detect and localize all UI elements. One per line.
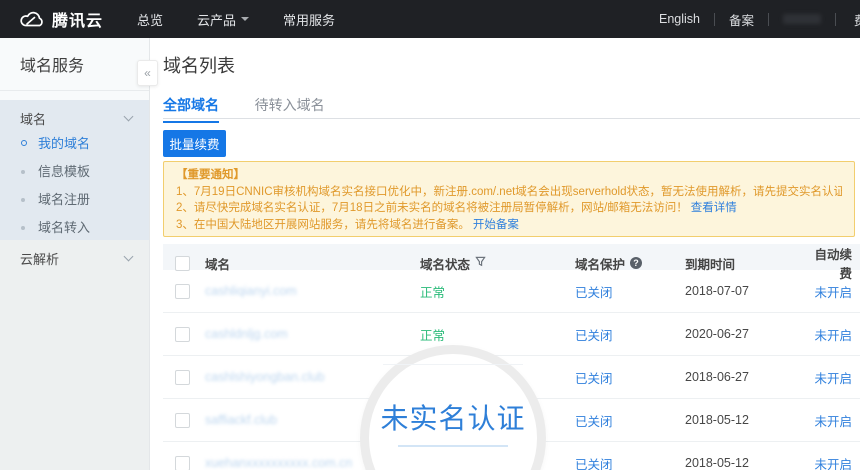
row-checkbox[interactable] (175, 284, 190, 299)
sidebar-item-domain-transfer[interactable]: 域名转入 (0, 214, 149, 242)
col-header-domain: 域名 (203, 254, 416, 273)
cloud-logo-icon (18, 9, 45, 29)
divider (714, 13, 715, 26)
domain-name-redacted[interactable]: saffiackf.club (205, 413, 277, 427)
language-switch[interactable]: English (659, 12, 700, 26)
row-checkbox[interactable] (175, 370, 190, 385)
tencent-cloud-logo[interactable]: 腾讯云 (18, 7, 103, 31)
main-content: 域名列表 全部域名 待转入域名 批量续费 【重要通知】 1、7月19日CNNIC… (150, 38, 860, 470)
bullet-icon (21, 198, 25, 202)
select-all-checkbox[interactable] (175, 256, 190, 271)
topbar-right: English 备案 费 (659, 10, 860, 29)
sidebar-group-dns: 云解析 (0, 240, 149, 470)
table-row: cashldnljg.com 正常 已关闭 2020-06-27 未开启 (163, 313, 860, 356)
expire-date: 2018-07-07 (683, 284, 813, 298)
divider (768, 13, 769, 26)
tab-bar: 全部域名 待转入域名 (163, 95, 860, 119)
protection-link[interactable]: 已关闭 (566, 411, 683, 430)
notice-title: 【重要通知】 (176, 167, 842, 184)
domain-name-redacted[interactable]: cashliqianyi.com (205, 284, 297, 298)
help-icon[interactable]: ? (630, 257, 642, 269)
caret-down-icon (241, 17, 249, 21)
domain-status: 正常 (416, 282, 566, 301)
not-verified-magnifier-overlay: 未实名认证 (360, 345, 546, 470)
table-header: 域名 域名状态 域名保护 ? 到期时间 自动续费 (163, 244, 860, 270)
notice-line-3: 3、在中国大陆地区开展网站服务，请先将域名进行备案。开始备案 (176, 217, 842, 234)
table-row: cashliqianyi.com 正常 已关闭 2018-07-07 未开启 (163, 270, 860, 313)
logo-text: 腾讯云 (52, 7, 103, 31)
protection-link[interactable]: 已关闭 (566, 282, 683, 301)
domain-status: 正常 (416, 325, 566, 344)
notice-banner: 【重要通知】 1、7月19日CNNIC审核机构域名实名接口优化中，新注册.com… (163, 161, 855, 237)
tab-pending-transfer[interactable]: 待转入域名 (255, 95, 325, 121)
chevron-down-icon[interactable] (124, 112, 134, 122)
magnified-row-divider (383, 364, 523, 365)
page-title: 域名列表 (163, 52, 235, 78)
sidebar-group-dns-label[interactable]: 云解析 (20, 249, 59, 268)
nav-products-label: 云产品 (197, 10, 236, 29)
active-bullet-icon (21, 140, 27, 146)
expire-date: 2018-06-27 (683, 370, 813, 384)
nav-products[interactable]: 云产品 (197, 10, 249, 29)
autorenew-link[interactable]: 未开启 (813, 368, 860, 387)
row-checkbox[interactable] (175, 327, 190, 342)
batch-renew-button[interactable]: 批量续费 (163, 130, 226, 157)
expire-date: 2018-05-12 (683, 456, 813, 470)
magnified-link-underline (398, 445, 508, 447)
expire-date: 2020-06-27 (683, 327, 813, 341)
chevron-down-icon[interactable] (124, 252, 134, 262)
sidebar-item-label: 信息模板 (38, 164, 90, 179)
autorenew-link[interactable]: 未开启 (813, 325, 860, 344)
row-checkbox[interactable] (175, 456, 190, 470)
divider (0, 90, 149, 91)
domain-name-redacted[interactable]: cashldnljg.com (205, 327, 288, 341)
bullet-icon (21, 170, 25, 174)
col-header-protection: 域名保护 (575, 254, 625, 273)
expire-date: 2018-05-12 (683, 413, 813, 427)
notice-line-1: 1、7月19日CNNIC审核机构域名实名接口优化中，新注册.com/.net域名… (176, 184, 842, 201)
view-details-link[interactable]: 查看详情 (691, 202, 737, 214)
topbar: 腾讯云 总览 云产品 常用服务 English 备案 费 (0, 0, 860, 38)
nav-overview[interactable]: 总览 (137, 10, 163, 29)
domain-name-redacted[interactable]: xuehanxxxxxxxxxx.com.cn (205, 456, 352, 470)
sidebar-item-info-templates[interactable]: 信息模板 (0, 158, 149, 186)
nav-common-services[interactable]: 常用服务 (283, 10, 335, 29)
row-checkbox[interactable] (175, 413, 190, 428)
sidebar-group-domain: 域名 我的域名 信息模板 域名注册 域名转入 (0, 100, 149, 240)
notice-line-2-text: 2、请尽快完成域名实名认证，7月18日之前未实名的域名将被注册局暂停解析，网站/… (176, 202, 688, 214)
filter-icon[interactable] (475, 256, 486, 270)
sidebar-item-my-domains[interactable]: 我的域名 (0, 130, 149, 158)
autorenew-link[interactable]: 未开启 (813, 454, 860, 470)
console-window: 腾讯云 总览 云产品 常用服务 English 备案 费 域名服务 « 域名 我… (0, 0, 860, 470)
sidebar-item-label: 我的域名 (38, 136, 90, 151)
clipped-nav-item[interactable]: 费 (854, 10, 860, 29)
domain-name-redacted[interactable]: cashlshiyongban.club (205, 370, 325, 384)
sidebar-title: 域名服务 (20, 52, 84, 76)
notice-line-3-text: 3、在中国大陆地区开展网站服务，请先将域名进行备案。 (176, 219, 470, 231)
protection-link[interactable]: 已关闭 (566, 368, 683, 387)
autorenew-link[interactable]: 未开启 (813, 411, 860, 430)
divider (835, 13, 836, 26)
sidebar-item-label: 域名转入 (38, 220, 90, 235)
tab-all-domains[interactable]: 全部域名 (163, 95, 219, 123)
start-beian-link[interactable]: 开始备案 (473, 219, 519, 231)
sidebar: 域名服务 « 域名 我的域名 信息模板 域名注册 域名转入 云 (0, 38, 150, 470)
notice-line-2: 2、请尽快完成域名实名认证，7月18日之前未实名的域名将被注册局暂停解析，网站/… (176, 200, 842, 217)
protection-link[interactable]: 已关闭 (566, 325, 683, 344)
col-header-expire: 到期时间 (683, 254, 813, 273)
sidebar-group-domain-label[interactable]: 域名 (20, 109, 46, 128)
sidebar-item-label: 域名注册 (38, 192, 90, 207)
bullet-icon (21, 226, 25, 230)
beian-link[interactable]: 备案 (729, 10, 754, 29)
not-verified-label: 未实名认证 (369, 397, 537, 437)
account-blurred[interactable] (783, 14, 821, 24)
autorenew-link[interactable]: 未开启 (813, 282, 860, 301)
col-header-autorenew: 自动续费 (813, 244, 860, 282)
protection-link[interactable]: 已关闭 (566, 454, 683, 470)
sidebar-item-domain-register[interactable]: 域名注册 (0, 186, 149, 214)
sidebar-collapse-button[interactable]: « (137, 60, 158, 86)
col-header-status: 域名状态 (420, 254, 470, 273)
